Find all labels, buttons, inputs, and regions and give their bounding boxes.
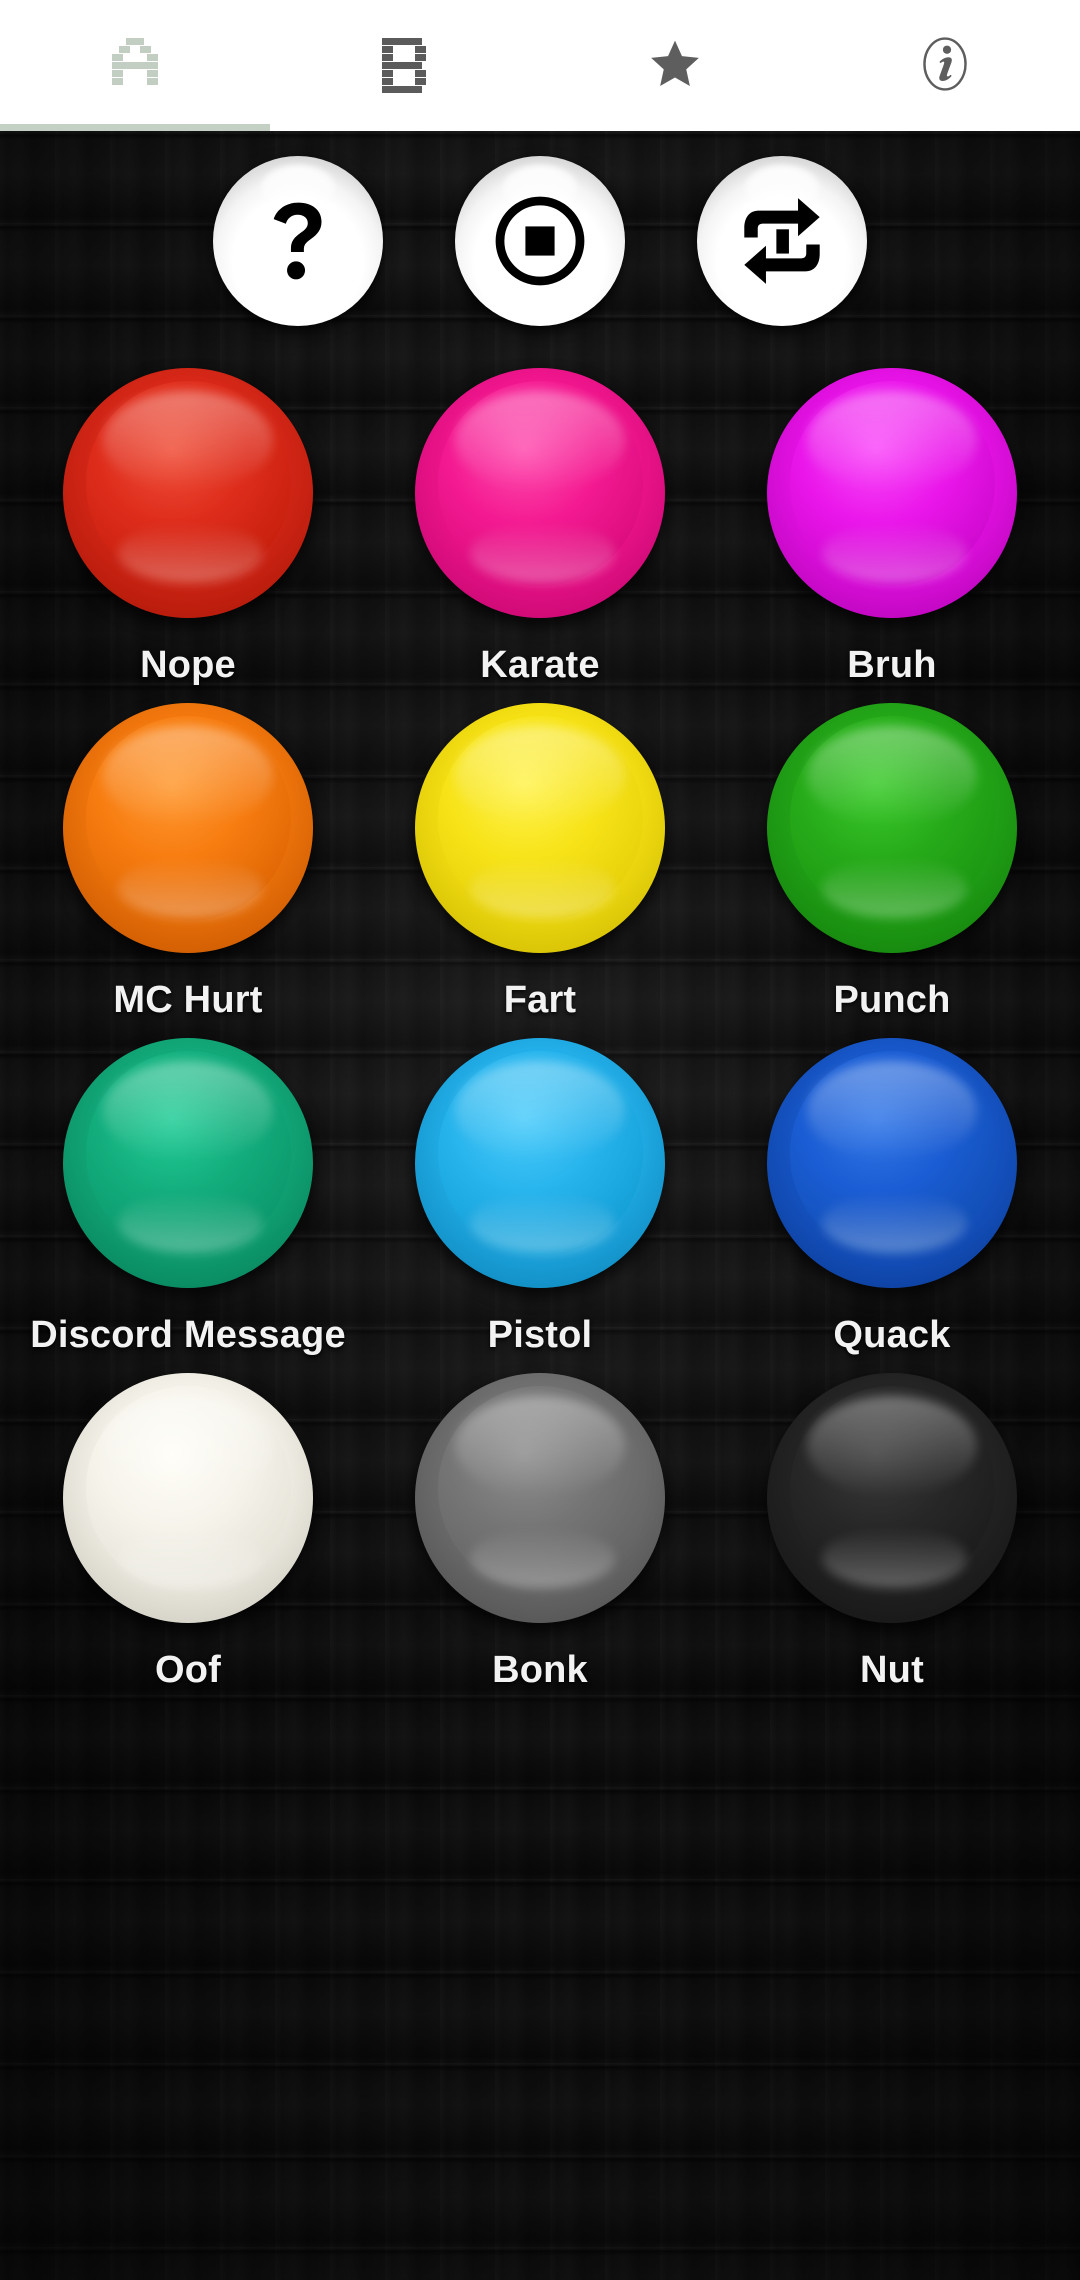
sound-pad-cell: Karate <box>364 352 716 687</box>
tab-pixel-a[interactable] <box>0 0 270 127</box>
sound-pad-cell: Nut <box>716 1357 1068 1692</box>
sound-pad-cell: Punch <box>716 687 1068 1022</box>
pad-label: Pistol <box>487 1314 593 1356</box>
sound-pad-quack[interactable] <box>767 1038 1017 1288</box>
control-button-row <box>0 131 1080 326</box>
tab-favorites[interactable] <box>540 0 810 127</box>
sound-pad-cell: Bruh <box>716 352 1068 687</box>
pad-cap <box>85 1385 291 1591</box>
repeat-button[interactable] <box>697 156 867 326</box>
repeat-one-icon <box>744 198 820 284</box>
pad-label: Bonk <box>492 1649 588 1691</box>
pad-cap <box>789 715 995 921</box>
pad-label: Karate <box>480 644 600 686</box>
sound-pad-karate[interactable] <box>415 368 665 618</box>
sound-pad-mc-hurt[interactable] <box>63 703 313 953</box>
active-tab-indicator <box>0 124 270 131</box>
pad-label: Fart <box>503 979 577 1021</box>
soundboard-area: Nope Karate Bruh MC Hurt Fart Punch Disc… <box>0 131 1080 2280</box>
pad-label: MC Hurt <box>113 979 263 1021</box>
sound-pad-cell: Pistol <box>364 1022 716 1357</box>
pad-label: Oof <box>154 1649 222 1691</box>
info-icon <box>923 36 967 91</box>
pad-cap <box>789 380 995 586</box>
sound-pad-oof[interactable] <box>63 1373 313 1623</box>
sound-pad-bonk[interactable] <box>415 1373 665 1623</box>
sound-pad-grid: Nope Karate Bruh MC Hurt Fart Punch Disc… <box>0 352 1080 1692</box>
pad-cap <box>85 1050 291 1256</box>
tab-pixel-b[interactable] <box>270 0 540 127</box>
sound-pad-nut[interactable] <box>767 1373 1017 1623</box>
pad-cap <box>85 380 291 586</box>
pad-cap <box>437 715 643 921</box>
sound-pad-cell: Quack <box>716 1022 1068 1357</box>
sound-pad-pistol[interactable] <box>415 1038 665 1288</box>
question-mark-icon <box>273 202 322 280</box>
sound-pad-cell: Nope <box>12 352 364 687</box>
help-button[interactable] <box>213 156 383 326</box>
pixel-letter-b-icon <box>382 37 428 93</box>
sound-pad-discord-message[interactable] <box>63 1038 313 1288</box>
top-tab-bar <box>0 0 1080 131</box>
pad-label: Discord Message <box>30 1314 346 1356</box>
star-icon <box>651 40 699 86</box>
pad-label: Bruh <box>847 644 937 686</box>
pad-cap <box>789 1385 995 1591</box>
pad-label: Quack <box>833 1314 951 1356</box>
stop-button[interactable] <box>455 156 625 326</box>
pad-cap <box>789 1050 995 1256</box>
pad-cap <box>437 1385 643 1591</box>
sound-pad-bruh[interactable] <box>767 368 1017 618</box>
sound-pad-cell: Fart <box>364 687 716 1022</box>
pad-label: Punch <box>833 979 951 1021</box>
pad-label: Nut <box>860 1649 924 1691</box>
pad-label: Nope <box>140 644 236 686</box>
pad-cap <box>85 715 291 921</box>
sound-pad-punch[interactable] <box>767 703 1017 953</box>
sound-pad-cell: Bonk <box>364 1357 716 1692</box>
sound-pad-cell: MC Hurt <box>12 687 364 1022</box>
sound-pad-nope[interactable] <box>63 368 313 618</box>
stop-circle-icon <box>495 196 585 286</box>
pixel-letter-a-icon <box>112 37 158 90</box>
sound-pad-cell: Discord Message <box>12 1022 364 1357</box>
tab-info[interactable] <box>810 0 1080 127</box>
sound-pad-fart[interactable] <box>415 703 665 953</box>
pad-cap <box>437 1050 643 1256</box>
sound-pad-cell: Oof <box>12 1357 364 1692</box>
pad-cap <box>437 380 643 586</box>
